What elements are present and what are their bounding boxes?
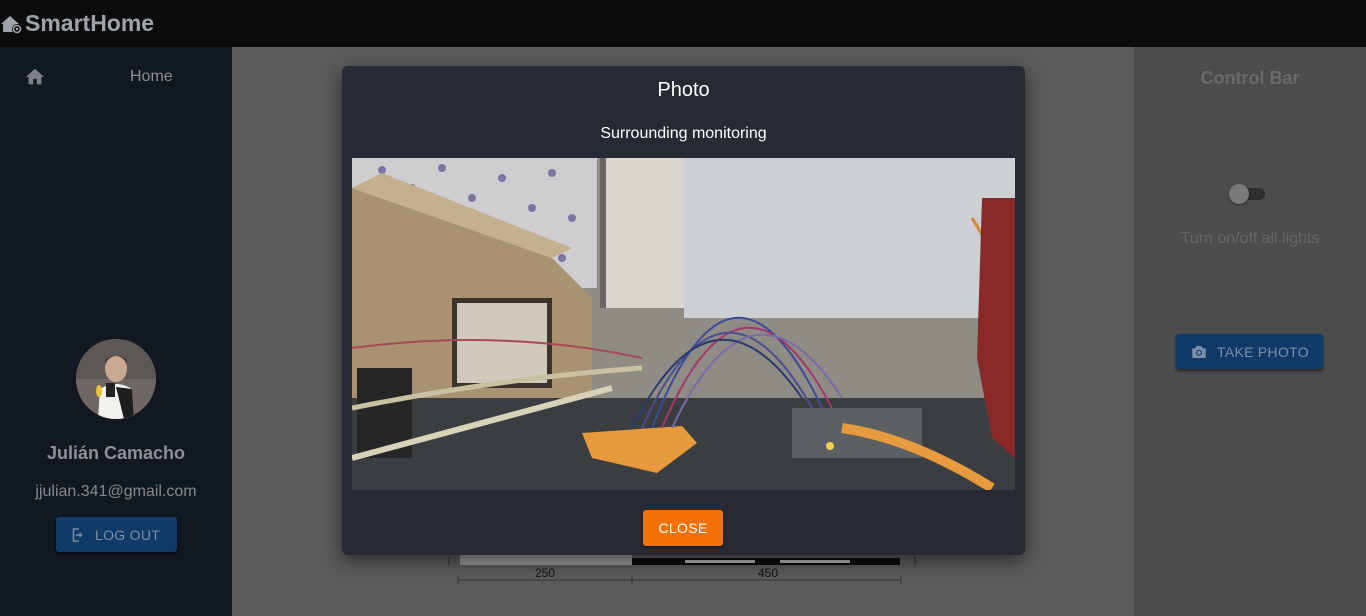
dialog-subtitle: Surrounding monitoring (600, 125, 767, 142)
logout-icon (72, 527, 83, 542)
dialog-title: Photo (657, 79, 710, 101)
smart-home-logo-icon (1, 16, 22, 34)
floor-plan-diagram (448, 552, 916, 584)
sidebar-item-label: Home (130, 68, 173, 85)
lights-toggle-switch[interactable] (1229, 184, 1265, 204)
sidebar: Home Julián Camacho jjulian.341@gmail.co… (0, 47, 232, 616)
take-photo-button-label: TAKE PHOTO (1217, 343, 1309, 360)
camera-icon (1192, 345, 1206, 358)
dimension-label-right: 450 (758, 566, 779, 580)
brand[interactable]: SmartHome (0, 8, 154, 38)
sidebar-item-home[interactable]: Home (0, 47, 232, 109)
user-email: jjulian.341@gmail.com (35, 483, 197, 500)
lights-toggle-label: Turn on/off all lights (1180, 230, 1320, 247)
control-bar: Control Bar Turn on/off all lights TAKE … (1134, 47, 1366, 616)
take-photo-button[interactable]: TAKE PHOTO (1176, 334, 1323, 369)
logout-button-label: LOG OUT (95, 526, 161, 543)
app-title: SmartHome (25, 9, 155, 36)
dimension-label-left: 250 (535, 566, 556, 580)
logout-button[interactable]: LOG OUT (56, 517, 177, 552)
photo-dialog: Photo Surrounding monitoring CLOSE (342, 66, 1025, 555)
captured-photo (352, 158, 1015, 490)
user-avatar-image (76, 339, 156, 419)
camera-photo-image (352, 158, 1015, 490)
avatar (76, 339, 156, 419)
close-button[interactable]: CLOSE (643, 510, 723, 546)
home-icon (25, 68, 45, 85)
user-name: Julián Camacho (46, 443, 186, 463)
top-app-bar: SmartHome (0, 0, 1366, 47)
toggle-thumb (1229, 184, 1249, 204)
control-bar-title: Control Bar (1200, 68, 1300, 88)
